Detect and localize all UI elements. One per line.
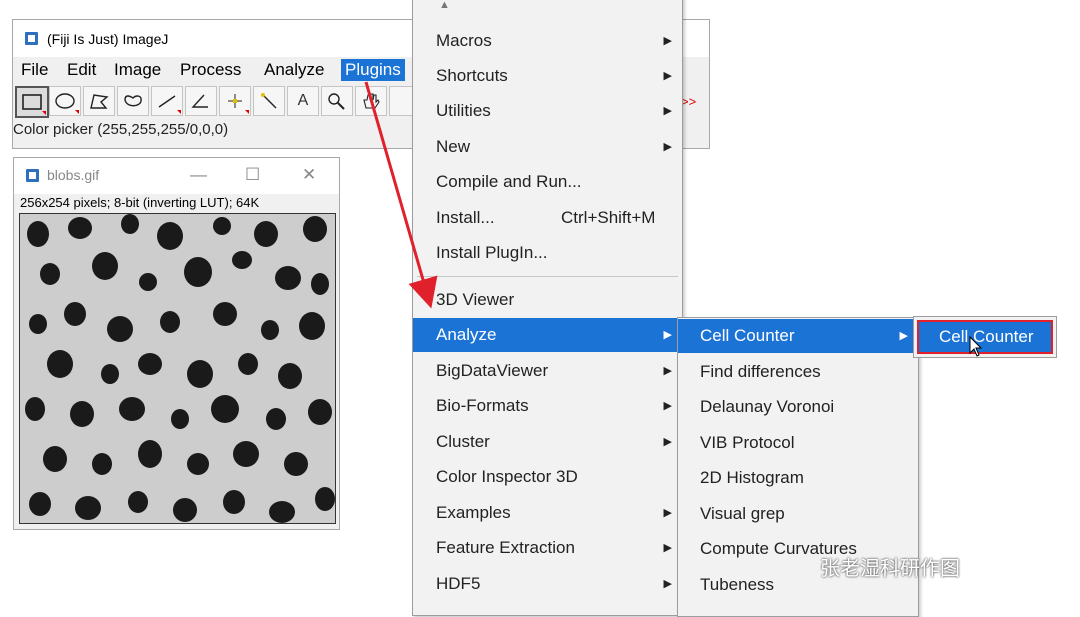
menu-item-cluster[interactable]: Cluster ▶ <box>413 425 682 459</box>
minimize-icon[interactable]: — <box>190 165 207 185</box>
menu-item-cell-counter[interactable]: Cell Counter ▶ <box>678 319 918 353</box>
image-title-bar: blobs.gif — ☐ ✕ <box>14 158 339 194</box>
status-bar: Color picker (255,255,255/0,0,0) <box>13 121 229 138</box>
hand-tool-icon[interactable] <box>355 86 387 116</box>
menu-item-label: Color Inspector 3D <box>436 467 578 486</box>
submenu-arrow-icon: ▶ <box>663 578 672 590</box>
menu-item-label: Visual grep <box>700 504 785 523</box>
watermark: 张老湿科研作图 <box>820 558 960 580</box>
menu-item-visual-grep[interactable]: Visual grep <box>678 497 918 531</box>
image-window-title: blobs.gif <box>47 167 100 183</box>
image-window: blobs.gif — ☐ ✕ 256x254 pixels; 8-bit (i… <box>13 157 340 530</box>
freehand-tool-icon[interactable] <box>117 86 149 116</box>
imagej-app-icon <box>25 32 38 45</box>
magnifier-tool-icon[interactable] <box>321 86 353 116</box>
rectangle-tool-icon[interactable] <box>15 86 49 118</box>
menu-item-label: Feature Extraction <box>436 538 575 557</box>
menu-item-new[interactable]: New ▶ <box>413 130 682 164</box>
menu-item-label: Macros <box>436 31 492 50</box>
menu-item-label: Tubeness <box>700 575 775 594</box>
point-tool-icon[interactable] <box>219 86 251 116</box>
maximize-icon[interactable]: ☐ <box>245 165 260 185</box>
menu-item-color-inspector-3d[interactable]: Color Inspector 3D <box>413 460 682 494</box>
menu-item-analyze[interactable]: Analyze ▶ <box>413 318 682 352</box>
menu-item-compile-and-run[interactable]: Compile and Run... <box>413 165 682 199</box>
submenu-arrow-icon: ▶ <box>663 141 672 153</box>
menu-item-label: VIB Protocol <box>700 433 795 452</box>
menu-item-label: 2D Histogram <box>700 468 804 487</box>
submenu-arrow-icon: ▶ <box>663 400 672 412</box>
image-info: 256x254 pixels; 8-bit (inverting LUT); 6… <box>20 195 260 210</box>
imagej-app-icon <box>26 169 39 182</box>
menu-item-label: HDF5 <box>436 574 481 593</box>
menu-item-label: Install... <box>436 208 495 227</box>
menu-analyze[interactable]: Analyze <box>260 59 328 81</box>
menu-item-label: Bio-Formats <box>436 396 529 415</box>
menu-item-hdf5[interactable]: HDF5 ▶ <box>413 567 682 601</box>
submenu-arrow-icon: ▶ <box>663 329 672 341</box>
menu-item-label: Cell Counter <box>700 326 795 345</box>
text-tool-icon[interactable]: A <box>287 86 319 116</box>
menu-item-label: New <box>436 137 471 156</box>
menu-item-label: Delaunay Voronoi <box>700 397 835 416</box>
menu-item-label: Examples <box>436 503 511 522</box>
menu-item-macros[interactable]: Macros ▶ <box>413 24 682 58</box>
submenu-arrow-icon: ▶ <box>663 70 672 82</box>
menu-item-2d-histogram[interactable]: 2D Histogram <box>678 461 918 495</box>
menu-item-label: 3D Viewer <box>436 290 515 309</box>
angle-tool-icon[interactable] <box>185 86 217 116</box>
submenu-arrow-icon: ▶ <box>663 365 672 377</box>
menu-item-label: Install PlugIn... <box>436 243 548 262</box>
menu-item-find-differences[interactable]: Find differences <box>678 355 918 389</box>
submenu-arrow-icon: ▶ <box>663 507 672 519</box>
menu-item-label: Cluster <box>436 432 490 451</box>
blobs-image[interactable] <box>19 213 336 524</box>
line-tool-icon[interactable] <box>151 86 183 116</box>
submenu-arrow-icon: ▶ <box>663 542 672 554</box>
submenu-arrow-icon: ▶ <box>663 436 672 448</box>
menu-item-install-plugin[interactable]: Install PlugIn... <box>413 236 682 270</box>
menu-item-examples[interactable]: Examples ▶ <box>413 496 682 530</box>
menu-process[interactable]: Process <box>176 59 245 81</box>
menu-item-cell-counter-plugin[interactable]: Cell Counter <box>917 320 1053 354</box>
menu-item-label: Analyze <box>436 325 497 344</box>
menu-edit[interactable]: Edit <box>63 59 100 81</box>
scroll-up-icon[interactable]: ▲ <box>413 0 682 17</box>
blobs-picture <box>20 214 335 523</box>
menu-item-label: Shortcuts <box>436 66 508 85</box>
menu-separator <box>417 276 678 277</box>
menu-image[interactable]: Image <box>110 59 165 81</box>
window-title: (Fiji Is Just) ImageJ <box>47 31 169 47</box>
polygon-tool-icon[interactable] <box>83 86 115 116</box>
menu-file[interactable]: File <box>17 59 52 81</box>
menu-item-label: Utilities <box>436 101 491 120</box>
menu-item-feature-extraction[interactable]: Feature Extraction ▶ <box>413 531 682 565</box>
menu-item-shortcuts[interactable]: Shortcuts ▶ <box>413 59 682 93</box>
wand-tool-icon[interactable] <box>253 86 285 116</box>
menu-item-label: Compile and Run... <box>436 172 582 191</box>
more-tools-button[interactable]: >> <box>681 94 696 109</box>
menu-item-bio-formats[interactable]: Bio-Formats ▶ <box>413 389 682 423</box>
menu-item-install[interactable]: Install... Ctrl+Shift+M <box>413 201 682 235</box>
submenu-arrow-icon: ▶ <box>663 35 672 47</box>
menu-item-label: Find differences <box>700 362 821 381</box>
submenu-arrow-icon: ▶ <box>663 105 672 117</box>
menu-item-utilities[interactable]: Utilities ▶ <box>413 94 682 128</box>
oval-tool-icon[interactable] <box>49 86 81 116</box>
menu-item-vib-protocol[interactable]: VIB Protocol <box>678 426 918 460</box>
menu-item-3d-viewer[interactable]: 3D Viewer <box>413 283 682 317</box>
menu-item-delaunay-voronoi[interactable]: Delaunay Voronoi <box>678 390 918 424</box>
shortcut-label: Ctrl+Shift+M <box>561 208 656 227</box>
submenu-arrow-icon: ▶ <box>899 330 908 342</box>
close-icon[interactable]: ✕ <box>302 165 316 185</box>
cell-counter-submenu: Cell Counter <box>913 316 1057 358</box>
menu-item-label: BigDataViewer <box>436 361 549 380</box>
plugins-menu: ▲ Macros ▶ Shortcuts ▶ Utilities ▶ New ▶ Com… <box>412 0 683 616</box>
menu-plugins[interactable]: Plugins <box>341 59 405 81</box>
menu-item-bigdataviewer[interactable]: BigDataViewer ▶ <box>413 354 682 388</box>
